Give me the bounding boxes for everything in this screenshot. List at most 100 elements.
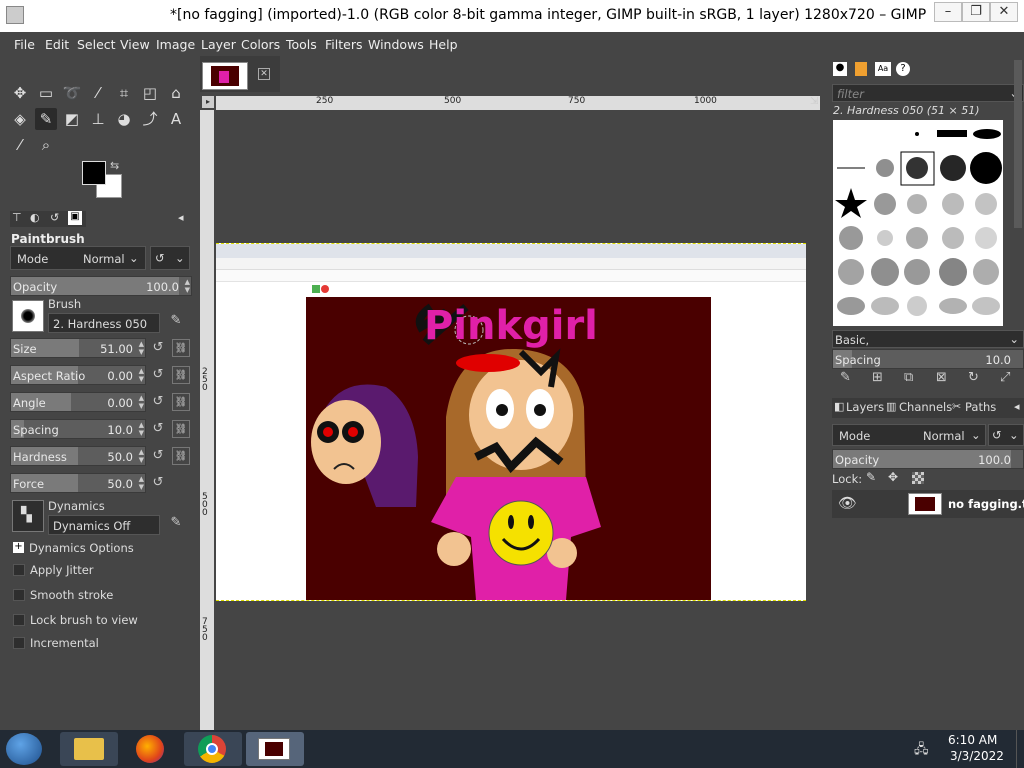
dynamics-options-expander[interactable]: Dynamics Options: [29, 541, 134, 555]
eraser-icon[interactable]: ◩: [61, 108, 83, 130]
bucket-fill-icon[interactable]: ◈: [9, 108, 31, 130]
refresh-brushes-icon[interactable]: ↻: [968, 370, 979, 385]
maximize-button[interactable]: ❐: [962, 2, 990, 22]
incremental-checkbox[interactable]: [13, 637, 25, 649]
chain-link-icon[interactable]: ⛓: [172, 393, 190, 411]
undo-history-tab-icon[interactable]: ↺: [50, 211, 59, 224]
tool-options-tab-icon[interactable]: ⊤: [12, 211, 22, 224]
configure-tab-icon[interactable]: ◂: [1014, 400, 1020, 413]
open-as-image-icon[interactable]: ⤢: [1000, 370, 1010, 385]
clock-date[interactable]: 3/3/2022: [950, 749, 1004, 763]
lasso-icon[interactable]: ➰: [61, 82, 83, 104]
brush-preview[interactable]: [12, 300, 44, 332]
eye-visibility-icon[interactable]: 👁: [838, 494, 857, 512]
lock-brush-checkbox[interactable]: [13, 614, 25, 626]
tab-channels[interactable]: Channels: [899, 400, 952, 414]
menu-help[interactable]: Help: [429, 37, 458, 52]
crop-icon[interactable]: ⌗: [113, 82, 135, 104]
spinner-icon[interactable]: ▲ ▼: [139, 475, 144, 491]
image-tab-thumbnail[interactable]: [202, 62, 248, 90]
rect-select-icon[interactable]: ▭: [35, 82, 57, 104]
chain-link-icon[interactable]: ⛓: [172, 447, 190, 465]
warp-icon[interactable]: ⌂: [165, 82, 187, 104]
chrome-taskbar-button[interactable]: [184, 732, 242, 766]
close-button[interactable]: ✕: [990, 2, 1018, 22]
reset-icon[interactable]: ↺: [149, 474, 167, 492]
device-status-tab-icon[interactable]: ◐: [30, 211, 40, 224]
close-tab-icon[interactable]: ✕: [258, 68, 270, 80]
swap-colors-icon[interactable]: ⇆: [110, 159, 119, 172]
layer-row[interactable]: 👁 no fagging.tga: [832, 490, 1024, 518]
apply-jitter-checkbox[interactable]: [13, 564, 25, 576]
lock-position-icon[interactable]: ✥: [888, 470, 898, 484]
tab-layers[interactable]: Layers: [846, 400, 884, 414]
reset-icon[interactable]: ↺: [149, 447, 167, 465]
brush-name-field[interactable]: 2. Hardness 050: [48, 313, 160, 333]
ruler-corner-icon[interactable]: ▸: [202, 96, 214, 108]
explorer-taskbar-button[interactable]: [60, 732, 118, 766]
delete-brush-icon[interactable]: ⊠: [936, 370, 947, 385]
spacing-slider[interactable]: Spacing 10.0 ▲ ▼: [10, 419, 146, 439]
configure-tab-icon[interactable]: ◂: [178, 211, 184, 224]
reset-icon[interactable]: ↺: [149, 420, 167, 438]
menu-colors[interactable]: Colors: [241, 37, 280, 52]
chain-link-icon[interactable]: ⛓: [172, 339, 190, 357]
tab-paths[interactable]: Paths: [965, 400, 996, 414]
new-brush-icon[interactable]: ⊞: [872, 370, 883, 385]
paintbrush-icon[interactable]: ✎: [35, 108, 57, 130]
navigate-icon[interactable]: ⇲: [810, 96, 824, 110]
firefox-taskbar-button[interactable]: [122, 732, 180, 766]
color-picker-icon[interactable]: ⁄: [9, 134, 31, 156]
mode-reset-select[interactable]: ↺ ⌄: [150, 246, 190, 270]
clone-icon[interactable]: ⊥: [87, 108, 109, 130]
hardness-slider[interactable]: Hardness 50.0 ▲ ▼: [10, 446, 146, 466]
transform-icon[interactable]: ◰: [139, 82, 161, 104]
edit-brush-icon[interactable]: ✎: [840, 370, 851, 385]
fuzzy-select-icon[interactable]: ⁄: [87, 82, 109, 104]
lock-alpha-icon[interactable]: [912, 472, 924, 484]
brush-filter-input[interactable]: filter ⌄: [832, 84, 1024, 102]
opacity-slider[interactable]: Opacity 100.0 ▲ ▼: [10, 276, 192, 296]
images-tab-icon[interactable]: ▣: [68, 211, 82, 225]
menu-filters[interactable]: Filters: [325, 37, 362, 52]
move-tool-icon[interactable]: ✥: [9, 82, 31, 104]
brush-scrollbar[interactable]: [1014, 60, 1022, 228]
brush-spacing-slider[interactable]: Spacing 10.0: [832, 349, 1024, 369]
layer-opacity-slider[interactable]: Opacity 100.0: [832, 449, 1024, 469]
brushes-tab-icon[interactable]: ●: [833, 62, 847, 76]
dynamics-preview[interactable]: ▚: [12, 500, 44, 532]
spinner-icon[interactable]: ▲ ▼: [139, 394, 144, 410]
gimp-app-icon[interactable]: [6, 6, 24, 24]
spinner-icon[interactable]: ▲ ▼: [139, 421, 144, 437]
zoom-icon[interactable]: ⌕: [35, 134, 57, 156]
spinner-icon[interactable]: ▲ ▼: [185, 278, 190, 294]
patterns-tab-icon[interactable]: [855, 62, 867, 76]
layer-mode-reset[interactable]: ↺ ⌄: [988, 424, 1024, 446]
size-slider[interactable]: Size 51.00 ▲ ▼: [10, 338, 146, 358]
edit-dynamics-icon[interactable]: ✎: [167, 514, 185, 532]
show-desktop-button[interactable]: [1016, 730, 1024, 768]
aspect-ratio-slider[interactable]: Aspect Ratio 0.00 ▲ ▼: [10, 365, 146, 385]
menu-select[interactable]: Select: [77, 37, 116, 52]
menu-layer[interactable]: Layer: [201, 37, 236, 52]
duplicate-brush-icon[interactable]: ⧉: [904, 370, 913, 385]
dynamics-name-field[interactable]: Dynamics Off: [48, 515, 160, 535]
force-slider[interactable]: Force 50.0 ▲ ▼: [10, 473, 146, 493]
fonts-tab-icon[interactable]: Aa: [875, 62, 891, 76]
menu-tools[interactable]: Tools: [286, 37, 317, 52]
brush-grid[interactable]: [833, 120, 1003, 326]
help-tab-icon[interactable]: ?: [896, 62, 910, 76]
menu-file[interactable]: File: [14, 37, 35, 52]
gimp-taskbar-button[interactable]: [246, 732, 304, 766]
expand-plus-icon[interactable]: +: [13, 542, 24, 553]
menu-edit[interactable]: Edit: [45, 37, 69, 52]
mode-select[interactable]: Mode Normal ⌄: [10, 246, 146, 270]
spinner-icon[interactable]: ▲ ▼: [139, 367, 144, 383]
spinner-icon[interactable]: ▲ ▼: [139, 448, 144, 464]
start-button[interactable]: [6, 733, 42, 765]
menu-windows[interactable]: Windows: [368, 37, 424, 52]
menu-image[interactable]: Image: [156, 37, 195, 52]
horizontal-ruler[interactable]: 250 500 750 1000: [216, 96, 820, 110]
lock-pixels-icon[interactable]: ✎: [866, 470, 876, 484]
layer-mode-select[interactable]: Mode Normal ⌄: [832, 424, 986, 446]
